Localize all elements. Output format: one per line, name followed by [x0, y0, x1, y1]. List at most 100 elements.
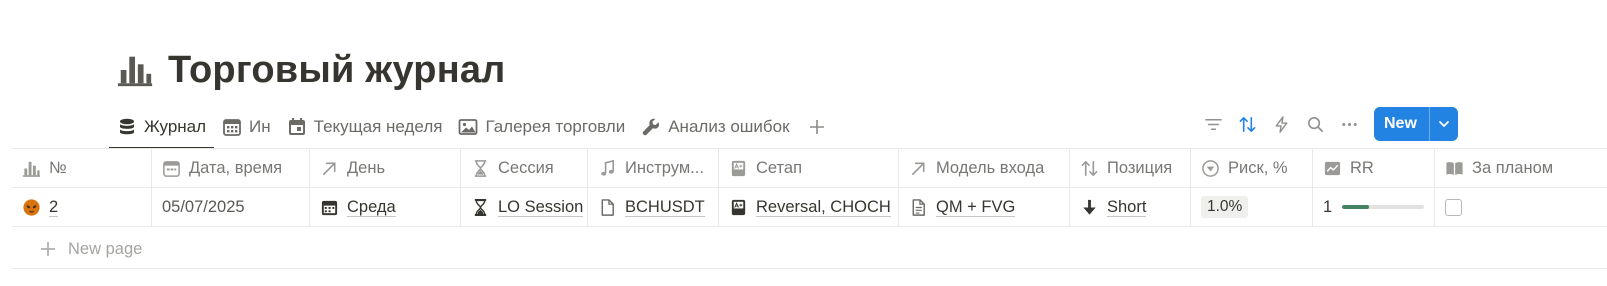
- arrow-up-right-icon: [911, 161, 925, 175]
- row-bottom-border: [12, 226, 1607, 227]
- tab-in[interactable]: Ин: [214, 106, 279, 148]
- tab-label: Текущая неделя: [313, 117, 443, 136]
- column-header-setup[interactable]: Сетап: [719, 149, 899, 187]
- column-header-session[interactable]: Сессия: [461, 149, 588, 187]
- rr-progress-fill: [1342, 205, 1370, 209]
- cell-number[interactable]: 2: [12, 188, 152, 226]
- calendar-icon: [163, 160, 180, 177]
- hourglass-icon: [474, 159, 487, 177]
- hourglass-icon: [474, 198, 487, 216]
- more-button[interactable]: [1332, 107, 1366, 141]
- according-to-plan-checkbox[interactable]: [1445, 198, 1462, 216]
- database-toolbar: New: [1196, 106, 1458, 142]
- arrow-up-right-icon: [322, 161, 336, 175]
- cell-day[interactable]: Среда: [310, 188, 461, 226]
- calendar-icon: [223, 119, 241, 136]
- document-icon: [912, 198, 925, 216]
- new-button-group: New: [1374, 107, 1458, 141]
- plus-icon: [41, 242, 55, 256]
- add-view-button[interactable]: [798, 106, 836, 148]
- alien-face-icon: [23, 198, 40, 216]
- page-header: Торговый журнал: [116, 45, 506, 95]
- cell-instrument[interactable]: BCHUSDT: [588, 188, 719, 226]
- plus-icon: [809, 120, 824, 134]
- chevron-down-icon: [1439, 121, 1449, 127]
- column-label: Сессия: [498, 158, 554, 177]
- gallery-icon: [459, 119, 478, 135]
- column-header-position[interactable]: Позиция: [1070, 149, 1191, 187]
- cell-session[interactable]: LO Session: [461, 188, 588, 226]
- tab-label: Ин: [249, 117, 271, 136]
- instrument-value: BCHUSDT: [625, 197, 705, 217]
- column-header-number[interactable]: №: [12, 149, 152, 187]
- setup-icon: [731, 199, 746, 215]
- cell-entry-model[interactable]: QM + FVG: [899, 188, 1070, 226]
- day-value: Среда: [347, 197, 396, 217]
- new-page-label: New page: [68, 239, 143, 258]
- column-label: За планом: [1472, 158, 1554, 177]
- rr-progress-bar: [1342, 205, 1425, 209]
- more-icon: [1341, 122, 1357, 126]
- entry-model-value: QM + FVG: [936, 197, 1016, 217]
- arrow-down-icon: [1083, 199, 1096, 215]
- lightning-icon: [1275, 115, 1287, 133]
- page-icon: [601, 198, 614, 216]
- column-label: Позиция: [1107, 158, 1173, 177]
- tab-trading-gallery[interactable]: Галерея торговли: [450, 106, 633, 148]
- filter-button[interactable]: [1196, 107, 1230, 141]
- column-label: Риск, %: [1228, 158, 1288, 177]
- column-label: Дата, время: [189, 158, 283, 177]
- setup-icon: [731, 160, 746, 176]
- cell-datetime[interactable]: 05/07/2025: [152, 188, 310, 226]
- risk-tag: 1.0%: [1201, 196, 1249, 218]
- search-icon: [1307, 116, 1323, 132]
- tab-label: Анализ ошибок: [668, 117, 790, 136]
- column-label: RR: [1350, 158, 1374, 177]
- column-label: Инструм...: [625, 158, 704, 177]
- position-value: Short: [1107, 197, 1147, 217]
- circle-down-icon: [1202, 159, 1219, 177]
- tab-error-analysis[interactable]: Анализ ошибок: [633, 106, 797, 148]
- music-note-icon: [601, 159, 615, 176]
- session-value: LO Session: [498, 197, 584, 217]
- sort-arrows-icon: [1081, 160, 1098, 176]
- book-icon: [1446, 161, 1463, 175]
- tab-journal[interactable]: Журнал: [109, 106, 215, 149]
- database-icon: [120, 118, 134, 135]
- column-header-risk[interactable]: Риск, %: [1191, 149, 1313, 187]
- column-label: №: [49, 158, 67, 177]
- bar-chart-icon: [117, 56, 153, 87]
- row-number: 2: [49, 197, 59, 217]
- column-header-day[interactable]: День: [310, 149, 461, 187]
- column-label: Сетап: [756, 158, 803, 177]
- filter-icon: [1204, 118, 1222, 130]
- cell-rr[interactable]: 1: [1313, 188, 1435, 226]
- page-title: Торговый журнал: [168, 48, 506, 91]
- setup-value: Reversal, CHOCH: [756, 197, 891, 217]
- column-header-datetime[interactable]: Дата, время: [152, 149, 310, 187]
- column-label: День: [347, 158, 386, 177]
- cell-position[interactable]: Short: [1070, 188, 1191, 226]
- sort-button[interactable]: [1230, 107, 1264, 141]
- search-button[interactable]: [1298, 107, 1332, 141]
- automation-button[interactable]: [1264, 107, 1298, 141]
- bar-chart-icon: [22, 161, 41, 177]
- tab-label: Журнал: [144, 117, 207, 136]
- tab-current-week[interactable]: Текущая неделя: [279, 106, 451, 148]
- table-bottom-border: [12, 268, 1607, 269]
- cell-setup[interactable]: Reversal, CHOCH: [719, 188, 899, 226]
- chart-line-icon: [1324, 161, 1341, 175]
- new-page-button[interactable]: New page: [40, 236, 142, 262]
- new-dropdown-button[interactable]: [1428, 107, 1458, 141]
- column-header-instrument[interactable]: Инструм...: [588, 149, 719, 187]
- new-button[interactable]: New: [1374, 107, 1429, 141]
- rr-value: 1: [1323, 197, 1333, 216]
- calendar-day-icon: [288, 118, 305, 135]
- column-label: Модель входа: [936, 158, 1045, 177]
- column-header-according-to-plan[interactable]: За планом: [1435, 149, 1607, 187]
- column-header-rr[interactable]: RR: [1313, 149, 1435, 187]
- cell-according-to-plan[interactable]: [1435, 188, 1607, 226]
- column-header-entry-model[interactable]: Модель входа: [899, 149, 1070, 187]
- datetime-value: 05/07/2025: [162, 197, 245, 216]
- cell-risk[interactable]: 1.0%: [1191, 188, 1313, 226]
